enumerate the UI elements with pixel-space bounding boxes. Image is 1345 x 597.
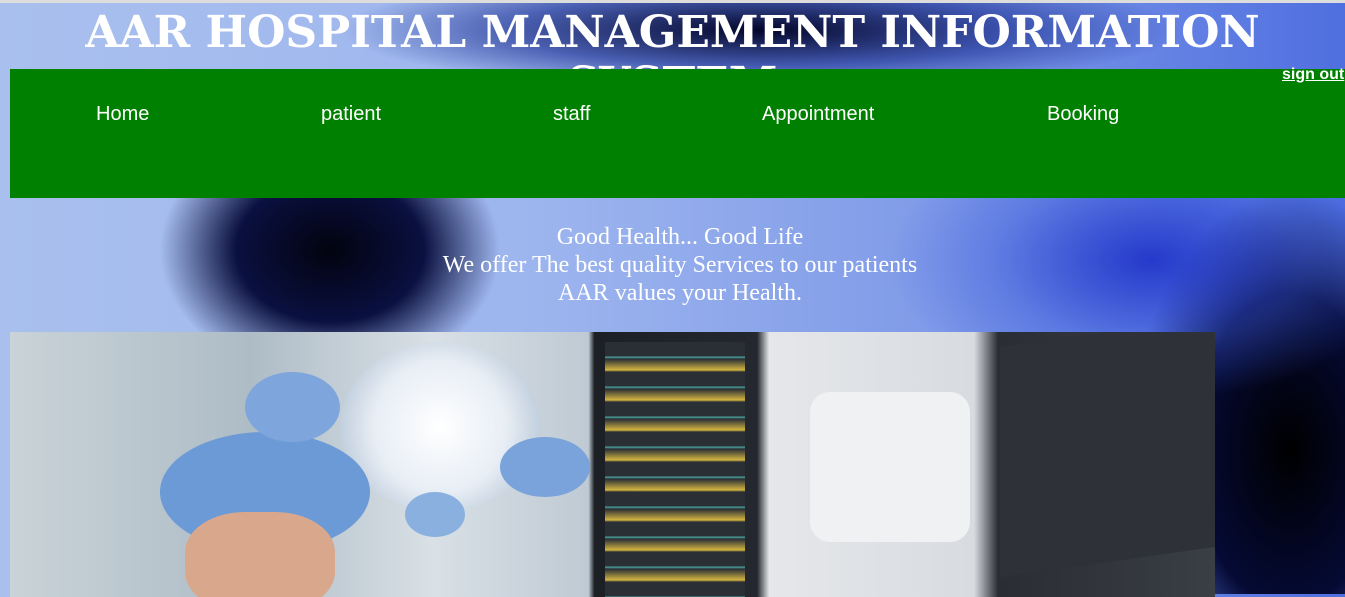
nav-patient[interactable]: patient [321, 103, 381, 126]
main-nav: Home patient staff Appointment Booking [10, 69, 1345, 198]
nav-home[interactable]: Home [96, 103, 149, 126]
nav-booking[interactable]: Booking [1047, 103, 1119, 126]
tagline-line-3: AAR values your Health. [558, 280, 802, 306]
hospital-operating-room-image [10, 332, 1215, 597]
tagline-line-2: We offer The best quality Services to ou… [442, 252, 918, 278]
sign-out-link[interactable]: sign out [1282, 66, 1344, 84]
tagline: Good Health... Good Life We offer The be… [0, 223, 1345, 307]
tagline-line-1: Good Health... Good Life [556, 224, 804, 250]
nav-appointment[interactable]: Appointment [762, 103, 874, 126]
nav-staff[interactable]: staff [553, 103, 590, 126]
